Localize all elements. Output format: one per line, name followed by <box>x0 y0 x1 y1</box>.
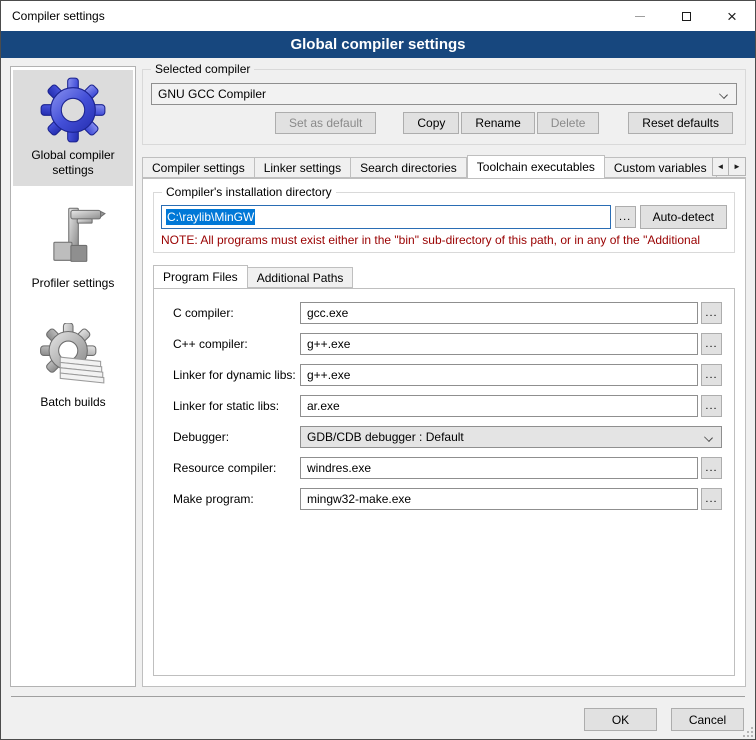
selected-compiler-group: Selected compiler GNU GCC Compiler Set a… <box>142 69 746 145</box>
dynamic-linker-label: Linker for dynamic libs: <box>166 368 297 382</box>
ok-button[interactable]: OK <box>584 708 657 731</box>
settings-category-list: Global compiler settings <box>10 66 136 687</box>
sidebar-item-label: Batch builds <box>40 395 105 410</box>
make-program-browse-button[interactable]: ... <box>701 488 722 510</box>
gear-batch-icon <box>39 323 107 391</box>
tab-scroll-left-icon: ◄ <box>717 162 725 171</box>
auto-detect-button[interactable]: Auto-detect <box>640 205 727 229</box>
static-linker-label: Linker for static libs: <box>166 399 297 413</box>
sidebar-item-label: Global compiler settings <box>15 148 131 178</box>
installation-directory-group-label: Compiler's installation directory <box>162 185 336 200</box>
close-button[interactable]: × <box>709 1 755 31</box>
bin-subdirectory-note: NOTE: All programs must exist either in … <box>161 233 727 247</box>
resource-compiler-input[interactable] <box>300 457 698 479</box>
resource-compiler-label: Resource compiler: <box>166 461 297 475</box>
compiler-select[interactable]: GNU GCC Compiler <box>151 83 737 105</box>
copy-button[interactable]: Copy <box>403 112 459 134</box>
static-linker-browse-button[interactable]: ... <box>701 395 722 417</box>
resource-compiler-row: Resource compiler: ... <box>166 457 722 479</box>
settings-tabstrip: Compiler settings Linker settings Search… <box>142 155 746 178</box>
tab-compiler-settings[interactable]: Compiler settings <box>142 157 255 178</box>
installation-directory-input[interactable]: C:\raylib\MinGW <box>161 205 611 229</box>
resize-grip-icon[interactable] <box>743 727 753 737</box>
dialog-header: Global compiler settings <box>1 31 755 58</box>
tab-program-files[interactable]: Program Files <box>153 265 248 288</box>
dialog-footer: OK Cancel <box>1 687 755 739</box>
tab-search-directories[interactable]: Search directories <box>351 157 467 178</box>
debugger-select-value: GDB/CDB debugger : Default <box>307 430 464 444</box>
installation-directory-group: Compiler's installation directory C:\ray… <box>153 192 735 253</box>
maximize-button[interactable] <box>663 1 709 31</box>
close-icon: × <box>727 8 737 25</box>
cpp-compiler-label: C++ compiler: <box>166 337 297 351</box>
installation-directory-value: C:\raylib\MinGW <box>166 209 255 225</box>
caliper-icon <box>39 204 107 272</box>
cancel-button[interactable]: Cancel <box>671 708 744 731</box>
c-compiler-row: C compiler: ... <box>166 302 722 324</box>
tab-additional-paths[interactable]: Additional Paths <box>248 267 354 288</box>
delete-button[interactable]: Delete <box>537 112 600 134</box>
installation-directory-browse-button[interactable]: ... <box>615 206 636 228</box>
reset-defaults-button[interactable]: Reset defaults <box>628 112 733 134</box>
debugger-row: Debugger: GDB/CDB debugger : Default <box>166 426 722 448</box>
window-title: Compiler settings <box>1 9 617 23</box>
static-linker-input[interactable] <box>300 395 698 417</box>
gear-blue-icon <box>39 76 107 144</box>
make-program-label: Make program: <box>166 492 297 506</box>
titlebar: Compiler settings × <box>1 1 755 31</box>
sidebar-item-batch-builds[interactable]: Batch builds <box>13 317 133 418</box>
make-program-row: Make program: ... <box>166 488 722 510</box>
tab-scroll-left-button[interactable]: ◄ <box>712 157 729 176</box>
maximize-icon <box>682 12 691 21</box>
compiler-select-value: GNU GCC Compiler <box>158 87 266 101</box>
cpp-compiler-row: C++ compiler: ... <box>166 333 722 355</box>
chevron-down-icon <box>704 433 713 442</box>
sidebar-item-label: Profiler settings <box>32 276 115 291</box>
tab-scroll-right-icon: ► <box>733 162 741 171</box>
rename-button[interactable]: Rename <box>461 112 534 134</box>
tab-scroll-right-button[interactable]: ► <box>729 157 746 176</box>
set-as-default-button[interactable]: Set as default <box>275 112 376 134</box>
program-tabstrip: Program Files Additional Paths <box>153 265 735 288</box>
c-compiler-browse-button[interactable]: ... <box>701 302 722 324</box>
sidebar-item-profiler-settings[interactable]: Profiler settings <box>13 198 133 299</box>
dynamic-linker-row: Linker for dynamic libs: ... <box>166 364 722 386</box>
program-files-page: C compiler: ... C++ compiler: ... Linker… <box>153 288 735 676</box>
tab-linker-settings[interactable]: Linker settings <box>255 157 351 178</box>
debugger-label: Debugger: <box>166 430 297 444</box>
minimize-icon <box>635 16 645 17</box>
minimize-button[interactable] <box>617 1 663 31</box>
sidebar-item-global-compiler-settings[interactable]: Global compiler settings <box>13 70 133 186</box>
tab-custom-variables[interactable]: Custom variables <box>605 157 717 178</box>
c-compiler-label: C compiler: <box>166 306 297 320</box>
debugger-select[interactable]: GDB/CDB debugger : Default <box>300 426 722 448</box>
compiler-settings-dialog: Compiler settings × Global compiler sett… <box>0 0 756 740</box>
make-program-input[interactable] <box>300 488 698 510</box>
dynamic-linker-input[interactable] <box>300 364 698 386</box>
toolchain-executables-page: Compiler's installation directory C:\ray… <box>142 178 746 687</box>
c-compiler-input[interactable] <box>300 302 698 324</box>
dynamic-linker-browse-button[interactable]: ... <box>701 364 722 386</box>
chevron-down-icon <box>719 90 728 99</box>
tab-toolchain-executables[interactable]: Toolchain executables <box>467 155 605 178</box>
selected-compiler-group-label: Selected compiler <box>151 62 254 77</box>
static-linker-row: Linker for static libs: ... <box>166 395 722 417</box>
cpp-compiler-browse-button[interactable]: ... <box>701 333 722 355</box>
cpp-compiler-input[interactable] <box>300 333 698 355</box>
dialog-header-title: Global compiler settings <box>290 36 465 53</box>
resource-compiler-browse-button[interactable]: ... <box>701 457 722 479</box>
